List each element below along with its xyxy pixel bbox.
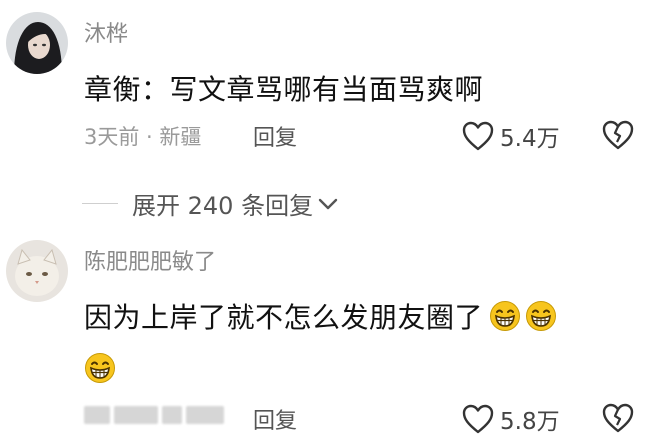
heart-outline-icon bbox=[462, 121, 494, 151]
broken-heart-icon bbox=[602, 403, 634, 433]
like-count: 5.4万 bbox=[500, 126, 560, 152]
expand-replies-label: 展开 240 条回复 bbox=[132, 192, 314, 220]
comment-emoji-line bbox=[84, 352, 116, 388]
heart-outline-icon bbox=[462, 404, 494, 434]
comment-meta: 3天前 · 新疆 bbox=[84, 125, 202, 149]
avatar-user-2[interactable] bbox=[6, 240, 68, 302]
avatar-user-1[interactable] bbox=[6, 12, 68, 74]
like-count: 5.8万 bbox=[500, 409, 560, 435]
comment-text: 章衡：写文章骂哪有当面骂爽啊 bbox=[84, 73, 484, 106]
like-button[interactable]: 5.4万 bbox=[462, 119, 560, 153]
dislike-button[interactable] bbox=[602, 403, 634, 437]
comment-username[interactable]: 陈肥肥肥敏了 bbox=[84, 244, 216, 276]
reply-button[interactable]: 回复 bbox=[253, 403, 297, 435]
grinning-face-icon bbox=[489, 300, 521, 339]
dislike-button[interactable] bbox=[602, 120, 634, 154]
comment-text-line: 因为上岸了就不怎么发朋友圈了 bbox=[84, 296, 557, 339]
reply-button[interactable]: 回复 bbox=[253, 120, 297, 152]
comment-meta-obscured bbox=[84, 406, 224, 424]
grinning-face-icon bbox=[84, 352, 116, 388]
expand-replies[interactable]: 展开 240 条回复 bbox=[82, 186, 339, 221]
expand-divider bbox=[82, 203, 118, 204]
like-button[interactable]: 5.8万 bbox=[462, 402, 560, 436]
comment-text: 因为上岸了就不怎么发朋友圈了 bbox=[84, 301, 484, 334]
grinning-face-icon bbox=[525, 300, 557, 339]
chevron-down-icon bbox=[318, 198, 338, 209]
broken-heart-icon bbox=[602, 120, 634, 150]
comment-username[interactable]: 沐桦 bbox=[84, 16, 128, 48]
